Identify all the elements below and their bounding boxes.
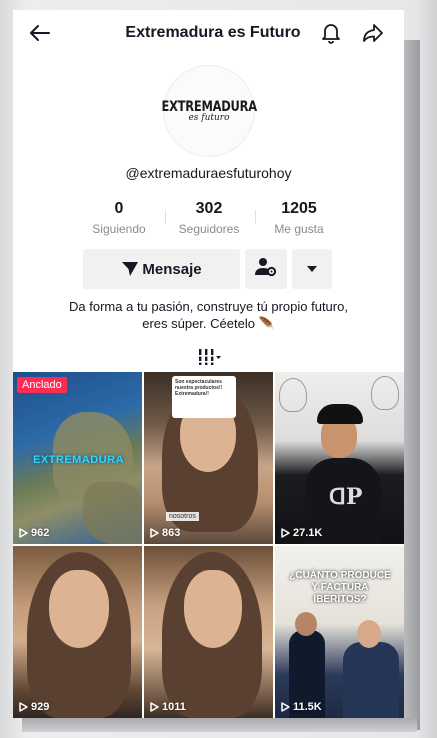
play-icon xyxy=(19,702,28,712)
sketch-head xyxy=(371,376,399,410)
video-grid: Anclado EXTREMADURA 962 Son espectacular… xyxy=(13,372,404,718)
top-bar: Extremadura es Futuro xyxy=(13,10,404,56)
share-arrow-icon[interactable] xyxy=(360,20,386,46)
message-button[interactable]: Mensaje xyxy=(83,249,240,289)
page-title: Extremadura es Futuro xyxy=(125,24,301,41)
message-button-label: Mensaje xyxy=(142,260,202,278)
view-count-value: 27.1K xyxy=(293,527,323,539)
caption-chip: nosotros xyxy=(166,512,199,521)
stat-label: Seguidores xyxy=(178,222,240,236)
view-count-value: 929 xyxy=(31,701,50,713)
view-count: 1011 xyxy=(150,701,186,713)
tab-videos-grid[interactable] xyxy=(191,340,227,374)
person-figure xyxy=(343,642,399,718)
bio-line: eres súper. Céetelo 🪶 xyxy=(142,316,275,331)
stat-followers[interactable]: 302 Seguidores xyxy=(169,200,249,236)
play-icon xyxy=(281,702,290,712)
bio: Da forma a tu pasión, construye tú propi… xyxy=(33,298,384,332)
bell-icon[interactable] xyxy=(318,20,344,46)
stat-value: 0 xyxy=(114,200,124,217)
view-count: 863 xyxy=(150,527,180,539)
view-count: 27.1K xyxy=(281,527,322,539)
divider xyxy=(255,210,256,224)
device-frame-shadow xyxy=(404,40,420,730)
stat-label: Siguiendo xyxy=(92,222,146,236)
stat-likes[interactable]: 1205 Me gusta xyxy=(259,200,339,236)
user-gear-icon xyxy=(255,257,277,282)
view-count-value: 962 xyxy=(31,527,50,539)
more-options-button[interactable] xyxy=(292,249,332,289)
video-overlay-text: ¿CUÁNTO PRODUCE Y FACTURA IBERITOS? xyxy=(289,570,391,605)
pinned-badge: Anclado xyxy=(17,377,67,393)
face-shape xyxy=(184,570,242,648)
map-land xyxy=(83,482,142,544)
person-head xyxy=(357,620,381,648)
comment-sticker: Son espectaculares nuestra productos!! E… xyxy=(172,376,236,418)
video-thumbnail[interactable]: Son espectaculares nuestra productos!! E… xyxy=(144,372,273,544)
bio-line: Da forma a tu pasión, construye tú propi… xyxy=(69,299,348,314)
shirt-logo: ᗡP xyxy=(329,484,363,510)
view-count: 962 xyxy=(19,527,49,539)
profile-tabs xyxy=(13,340,404,374)
view-count-value: 863 xyxy=(162,527,181,539)
play-icon xyxy=(150,528,159,538)
view-count: 11.5K xyxy=(281,701,322,713)
sketch-head xyxy=(279,378,307,412)
arrow-left-icon[interactable] xyxy=(27,20,53,46)
view-count: 929 xyxy=(19,701,49,713)
stat-value: 1205 xyxy=(281,200,317,217)
divider xyxy=(165,210,166,224)
logo-text: EXTREMADURA xyxy=(161,99,257,115)
avatar[interactable]: EXTREMADURA es futuro xyxy=(161,65,257,157)
person-head xyxy=(295,612,317,636)
video-thumbnail[interactable]: ᗡP 27.1K xyxy=(275,372,404,544)
face-shape xyxy=(49,570,109,648)
username: @extremaduraesfuturohoy xyxy=(125,165,292,181)
profile-stats: 0 Siguiendo 302 Seguidores 1205 Me gusta xyxy=(83,200,343,240)
send-icon xyxy=(121,261,139,277)
video-thumbnail[interactable]: 1011 xyxy=(144,546,273,718)
view-count-value: 1011 xyxy=(162,701,186,713)
stat-following[interactable]: 0 Siguiendo xyxy=(79,200,159,236)
profile-screen: Extremadura es Futuro EXTREMADURA es fut… xyxy=(13,10,404,718)
device-frame-shadow-bottom xyxy=(22,718,417,732)
video-thumbnail[interactable]: ¿CUÁNTO PRODUCE Y FACTURA IBERITOS? 11.5… xyxy=(275,546,404,718)
view-count-value: 11.5K xyxy=(293,701,322,713)
video-overlay-text: EXTREMADURA xyxy=(33,454,125,466)
caret-down-icon xyxy=(306,260,318,278)
play-icon xyxy=(19,528,28,538)
video-thumbnail[interactable]: 929 xyxy=(13,546,142,718)
cap-shape xyxy=(317,404,363,424)
follow-button[interactable] xyxy=(245,249,287,289)
stat-value: 302 xyxy=(195,200,223,217)
play-icon xyxy=(281,528,290,538)
stat-label: Me gusta xyxy=(274,222,324,236)
video-thumbnail[interactable]: Anclado EXTREMADURA 962 xyxy=(13,372,142,544)
play-icon xyxy=(150,702,159,712)
